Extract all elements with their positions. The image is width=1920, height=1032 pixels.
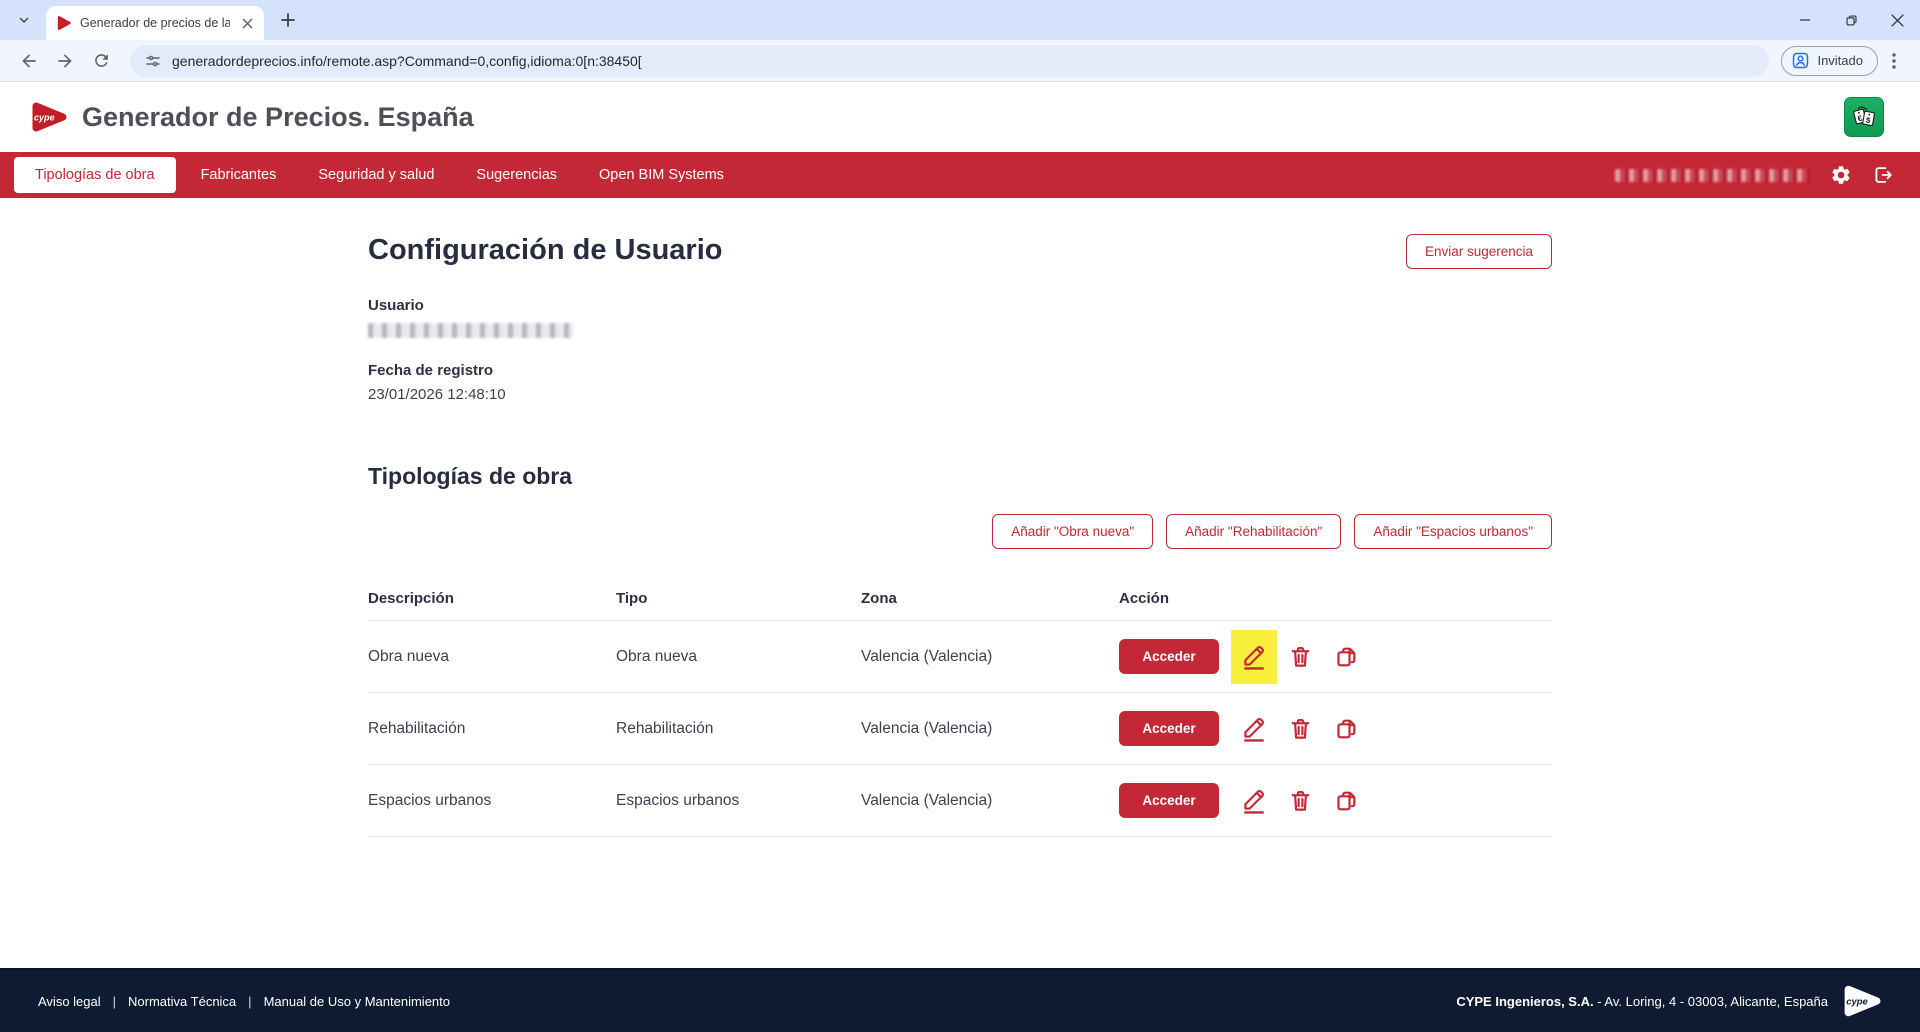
forward-button[interactable] — [48, 44, 82, 78]
edit-icon[interactable] — [1231, 629, 1277, 684]
row-descripcion: Espacios urbanos — [368, 791, 492, 809]
row-tipo: Rehabilitación — [616, 719, 714, 737]
footer-separator: | — [248, 993, 252, 1009]
table-row: Espacios urbanos Espacios urbanos Valenc… — [368, 765, 1552, 837]
reload-button[interactable] — [84, 44, 118, 78]
minimize-icon — [1800, 19, 1810, 21]
window-close-button[interactable] — [1874, 0, 1920, 40]
footer-link-normativa[interactable]: Normativa Técnica — [128, 994, 236, 1009]
nav-item-openbim[interactable]: Open BIM Systems — [578, 152, 745, 198]
tab-title: Generador de precios de la con — [80, 16, 230, 30]
chevron-down-icon — [19, 17, 29, 23]
redacted-user-email — [1615, 168, 1810, 182]
site-title: Generador de Precios. España — [82, 101, 474, 132]
footer-address: - Av. Loring, 4 - 03003, Alicante, Españ… — [1593, 993, 1828, 1009]
site-footer: Aviso legal | Normativa Técnica | Manual… — [0, 968, 1920, 1032]
registration-label: Fecha de registro — [368, 362, 494, 379]
table-row: Rehabilitación Rehabilitación Valencia (… — [368, 693, 1552, 765]
row-descripcion: Rehabilitación — [368, 719, 466, 737]
gear-icon[interactable] — [1830, 164, 1852, 186]
logout-icon[interactable] — [1872, 164, 1894, 186]
add-buttons-row: Añadir "Obra nueva" Añadir "Rehabilitaci… — [368, 514, 1552, 549]
delete-icon[interactable] — [1277, 774, 1323, 828]
registration-date: 23/01/2026 12:48:10 — [368, 386, 506, 403]
site-settings-icon[interactable] — [144, 52, 162, 70]
add-obra-nueva-button[interactable]: Añadir "Obra nueva" — [992, 514, 1154, 549]
copy-icon[interactable] — [1323, 774, 1369, 828]
back-arrow-icon — [22, 53, 36, 68]
edit-icon[interactable] — [1231, 702, 1277, 756]
delete-icon[interactable] — [1277, 630, 1323, 684]
add-rehabilitacion-button[interactable]: Añadir "Rehabilitación" — [1166, 514, 1342, 549]
svg-text:cype: cype — [34, 113, 55, 123]
header-accion: Acción — [1119, 590, 1170, 607]
send-suggestion-button[interactable]: Enviar sugerencia — [1405, 234, 1552, 269]
cype-logo-footer: cype — [1844, 985, 1881, 1017]
row-tipo: Espacios urbanos — [616, 791, 740, 809]
acceder-button[interactable]: Acceder — [1119, 639, 1219, 674]
main-nav: Tipologías de obra Fabricantes Seguridad… — [0, 152, 1920, 198]
page-content: Configuración de Usuario Enviar sugerenc… — [0, 198, 1920, 968]
restore-icon — [1845, 14, 1857, 25]
header-tipo: Tipo — [616, 590, 648, 607]
header-zona: Zona — [861, 590, 897, 607]
url-text: generadordeprecios.info/remote.asp?Comma… — [172, 52, 642, 69]
acceder-button[interactable]: Acceder — [1119, 783, 1219, 818]
guest-profile-icon — [1793, 52, 1809, 69]
browser-toolbar: generadordeprecios.info/remote.asp?Comma… — [0, 40, 1920, 82]
row-descripcion: Obra nueva — [368, 647, 449, 665]
close-icon — [1890, 13, 1904, 27]
address-bar[interactable]: generadordeprecios.info/remote.asp?Comma… — [130, 44, 1770, 77]
nav-user-area — [1615, 164, 1894, 186]
cype-logo: cype — [32, 102, 67, 132]
footer-separator: | — [112, 993, 117, 1009]
browser-tab[interactable]: Generador de precios de la con — [46, 6, 264, 40]
copy-icon[interactable] — [1323, 630, 1369, 684]
delete-icon[interactable] — [1277, 702, 1323, 756]
plus-icon — [281, 13, 295, 27]
redacted-user-email-value — [368, 323, 573, 338]
cype-favicon-icon — [57, 16, 71, 30]
footer-link-manual[interactable]: Manual de Uso y Mantenimiento — [264, 994, 450, 1009]
tipologias-table: Descripción Tipo Zona Acción Obra nueva … — [368, 577, 1552, 837]
footer-company: CYPE Ingenieros, S.A. — [1456, 993, 1594, 1009]
nav-item-tipologias[interactable]: Tipologías de obra — [14, 157, 176, 193]
back-button[interactable] — [12, 44, 46, 78]
forward-arrow-icon — [58, 53, 72, 68]
nav-item-seguridad[interactable]: Seguridad y salud — [297, 152, 455, 198]
tab-search-button[interactable] — [10, 6, 38, 34]
reload-icon — [94, 54, 108, 67]
user-label: Usuario — [368, 297, 424, 314]
row-zona: Valencia (Valencia) — [861, 647, 993, 665]
copy-icon[interactable] — [1323, 702, 1369, 756]
section-title: Tipologías de obra — [368, 463, 573, 489]
window-restore-button[interactable] — [1828, 0, 1874, 40]
row-zona: Valencia (Valencia) — [861, 791, 993, 809]
header-descripcion: Descripción — [368, 590, 454, 607]
profile-chip[interactable]: Invitado — [1781, 45, 1878, 76]
table-header-row: Descripción Tipo Zona Acción — [368, 577, 1552, 621]
site-header: cype Generador de Precios. España € $ — [0, 82, 1920, 152]
profile-label: Invitado — [1817, 53, 1863, 68]
page-title: Configuración de Usuario — [368, 234, 723, 266]
tab-close-icon[interactable] — [238, 14, 256, 32]
row-zona: Valencia (Valencia) — [861, 719, 993, 737]
browser-tabstrip: Generador de precios de la con — [0, 0, 1920, 40]
window-controls — [1782, 0, 1920, 40]
svg-text:cype: cype — [1846, 997, 1868, 1008]
acceder-button[interactable]: Acceder — [1119, 711, 1219, 746]
edit-icon[interactable] — [1231, 774, 1277, 828]
three-dots-icon — [1892, 52, 1896, 69]
nav-item-sugerencias[interactable]: Sugerencias — [455, 152, 578, 198]
browser-menu-button[interactable] — [1880, 44, 1908, 78]
row-tipo: Obra nueva — [616, 647, 697, 665]
new-tab-button[interactable] — [274, 6, 302, 34]
price-tags-icon[interactable]: € $ — [1844, 97, 1884, 137]
add-espacios-urbanos-button[interactable]: Añadir "Espacios urbanos" — [1354, 514, 1552, 549]
window-minimize-button[interactable] — [1782, 0, 1828, 40]
nav-item-fabricantes[interactable]: Fabricantes — [180, 152, 298, 198]
footer-link-aviso-legal[interactable]: Aviso legal — [38, 994, 101, 1009]
table-row: Obra nueva Obra nueva Valencia (Valencia… — [368, 621, 1552, 693]
